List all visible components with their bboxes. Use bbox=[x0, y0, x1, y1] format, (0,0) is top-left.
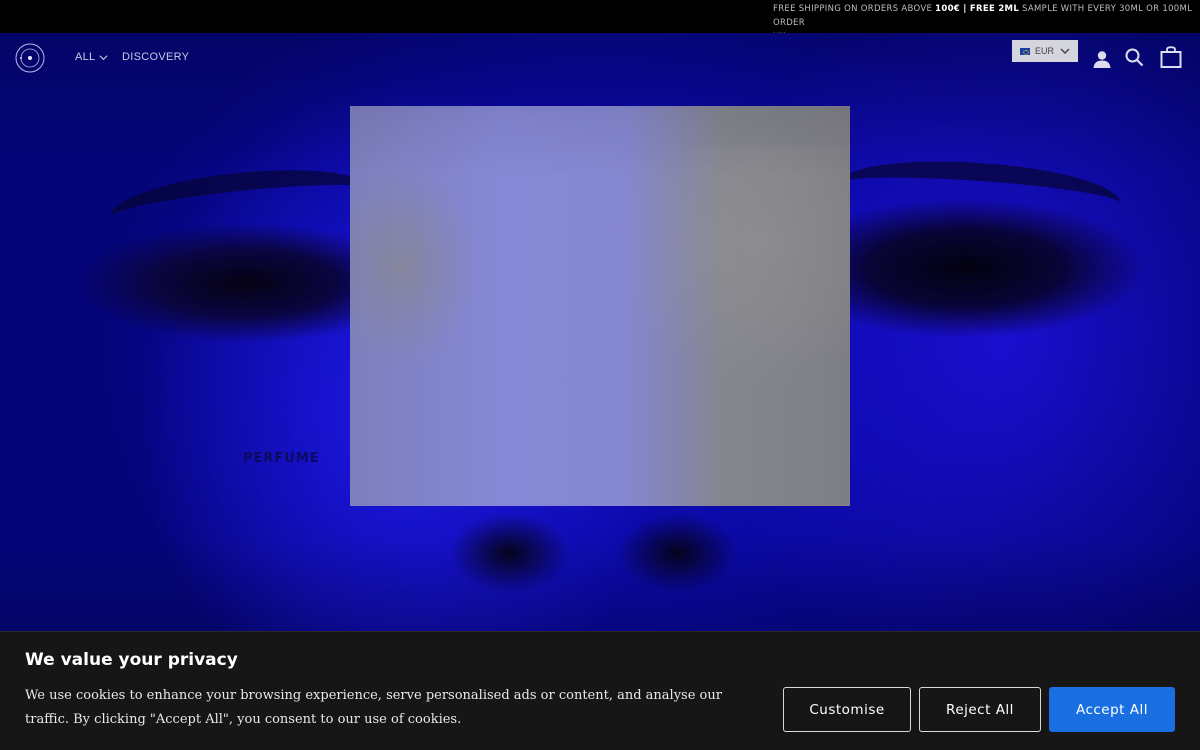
hero-label: PERFUME bbox=[243, 451, 320, 466]
currency-selector[interactable]: EUR bbox=[1012, 40, 1078, 62]
nav-item-all-label: ALL bbox=[75, 51, 96, 63]
account-icon[interactable] bbox=[1092, 49, 1112, 69]
announcement-text: FREE SHIPPING ON ORDERS ABOVE 100€ | FRE… bbox=[773, 2, 1200, 33]
customise-button[interactable]: Customise bbox=[783, 687, 911, 732]
eu-flag-icon bbox=[1020, 47, 1030, 55]
cart-icon[interactable] bbox=[1160, 46, 1182, 68]
chevron-down-icon bbox=[1060, 48, 1070, 55]
search-icon[interactable] bbox=[1125, 48, 1144, 67]
accept-all-button[interactable]: Accept All bbox=[1049, 687, 1175, 732]
cookie-banner: We value your privacy We use cookies to … bbox=[0, 631, 1200, 750]
orbit-logo-icon[interactable] bbox=[15, 43, 45, 73]
nav-item-discovery[interactable]: DISCOVERY bbox=[122, 51, 189, 63]
reject-all-button[interactable]: Reject All bbox=[919, 687, 1041, 732]
nav-item-all[interactable]: ALL bbox=[75, 51, 108, 63]
announcement-part-1: FREE SHIPPING ON ORDERS ABOVE bbox=[773, 4, 936, 14]
announcement-bar: FREE SHIPPING ON ORDERS ABOVE 100€ | FRE… bbox=[0, 0, 1200, 33]
chevron-down-icon bbox=[100, 54, 108, 60]
hero-shade-left bbox=[107, 159, 373, 247]
nav-item-discovery-label: DISCOVERY bbox=[122, 51, 190, 63]
cookie-title: We value your privacy bbox=[25, 650, 238, 670]
currency-label: EUR bbox=[1035, 46, 1055, 56]
announcement-bold: 100€ | FREE 2ML bbox=[935, 4, 1020, 14]
site-header: ALL DISCOVERY EUR bbox=[0, 33, 1200, 83]
cookie-text: We use cookies to enhance your browsing … bbox=[25, 688, 722, 727]
hero-shade-right bbox=[838, 153, 1122, 233]
hero-overlay-box bbox=[350, 106, 850, 506]
